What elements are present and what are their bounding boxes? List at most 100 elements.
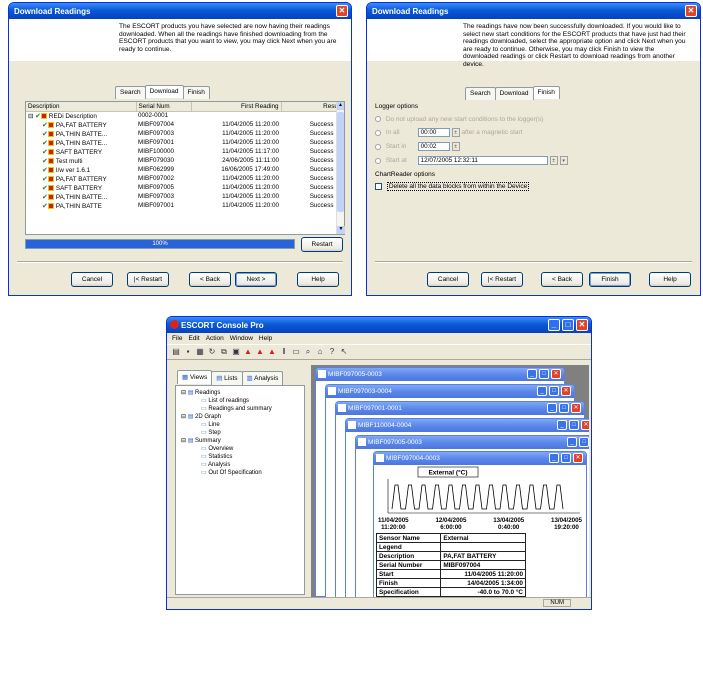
tree-item[interactable]: ▭ Statistics: [179, 453, 301, 461]
pause-icon[interactable]: ‖: [279, 347, 289, 357]
tree-item[interactable]: ▭ Analysis: [179, 461, 301, 469]
context-help-icon[interactable]: ↖: [339, 347, 349, 357]
maximize-icon[interactable]: □: [559, 403, 569, 413]
table-row[interactable]: ✔ PA,FAT BATTERY MIBF097002 11/04/2005 11:2…: [26, 174, 344, 183]
table-row[interactable]: ✔ I/w ver 1.6.1 MIBF062999 16/06/2005 17:49…: [26, 165, 344, 174]
scroll-thumb[interactable]: [337, 112, 344, 212]
spin-icon[interactable]: ±: [549, 156, 558, 165]
menu-edit[interactable]: Edit: [188, 335, 199, 342]
table-row[interactable]: ✔ PA,THIN BATTE... MIBF097001 11/04/2005 11…: [26, 138, 344, 147]
maximize-icon[interactable]: □: [579, 437, 589, 447]
minimize-icon[interactable]: _: [567, 437, 577, 447]
child-window-titlebar[interactable]: MIBF097001-0001 _ □ ✕: [336, 402, 584, 415]
tree-item[interactable]: ▭ Overview: [179, 445, 301, 453]
collapse-icon[interactable]: ⊟: [181, 390, 186, 396]
tree-item[interactable]: ▭ Line: [179, 421, 301, 429]
cancel-button[interactable]: Cancel: [427, 272, 469, 287]
tab-lists[interactable]: ▤ Lists: [211, 371, 243, 385]
col-first-reading[interactable]: First Reading: [191, 102, 282, 112]
save-icon[interactable]: ▪: [183, 347, 193, 357]
close-icon[interactable]: ✕: [336, 5, 348, 17]
table-row[interactable]: ✔ PA,FAT BATTERY MIBF097004 11/04/2005 11:2…: [26, 120, 344, 129]
close-icon[interactable]: ✕: [571, 403, 581, 413]
paste-icon[interactable]: ▣: [231, 347, 241, 357]
close-icon[interactable]: ✕: [551, 369, 561, 379]
maximize-icon[interactable]: □: [562, 319, 574, 331]
option-start-in[interactable]: Start in 00:02 ±: [375, 142, 692, 151]
tab-finish[interactable]: Finish: [532, 86, 560, 99]
help-button[interactable]: Help: [297, 272, 339, 287]
option-in-all[interactable]: In all 00:00 ± after a magnetic start: [375, 128, 692, 137]
menu-window[interactable]: Window: [230, 335, 253, 342]
cancel-button[interactable]: Cancel: [71, 272, 113, 287]
minimize-icon[interactable]: _: [549, 453, 559, 463]
menu-file[interactable]: File: [172, 335, 182, 342]
logger-icon[interactable]: ▲: [255, 347, 265, 357]
option-start-at[interactable]: Start at 12/07/2005 12:32:11 ± ▾: [375, 156, 692, 165]
spin-icon[interactable]: ±: [451, 128, 460, 137]
table-row[interactable]: ✔ PA,THIN BATTE... MIBF097003 11/04/2005 11…: [26, 129, 344, 138]
start-in-field[interactable]: 00:02: [417, 142, 450, 151]
child-window-titlebar[interactable]: MIBF097004-0003 _ □ ✕: [374, 452, 586, 465]
refresh-icon[interactable]: ↻: [207, 347, 217, 357]
child-window-titlebar[interactable]: MIBF097003-0004 _ □ ✕: [326, 385, 574, 398]
minimize-icon[interactable]: _: [537, 386, 547, 396]
restart-button[interactable]: |< Restart: [481, 272, 523, 287]
finish-button[interactable]: Finish: [589, 272, 631, 287]
spin-icon[interactable]: ±: [451, 142, 460, 151]
menu-action[interactable]: Action: [206, 335, 224, 342]
collapse-icon[interactable]: ⊟: [181, 438, 186, 444]
col-serial[interactable]: Serial Num: [136, 102, 192, 112]
scroll-down-icon[interactable]: ▼: [337, 226, 345, 234]
tree-item[interactable]: ▭ List of readings: [179, 397, 301, 405]
minimize-icon[interactable]: _: [557, 420, 567, 430]
close-icon[interactable]: ✕: [685, 5, 697, 17]
home-icon[interactable]: ⌂: [315, 347, 325, 357]
maximize-icon[interactable]: □: [569, 420, 579, 430]
readings-list[interactable]: Description Serial Num First Reading Res…: [25, 101, 345, 235]
close-icon[interactable]: ✕: [581, 420, 589, 430]
back-button[interactable]: < Back: [189, 272, 231, 287]
option-delete-blocks[interactable]: Delete all the data blocks from within t…: [375, 182, 692, 192]
start-at-field[interactable]: 12/07/2005 12:32:11: [417, 156, 548, 165]
minimize-icon[interactable]: _: [527, 369, 537, 379]
copy-icon[interactable]: ⧉: [219, 347, 229, 357]
tab-views[interactable]: ▦ Views: [177, 370, 213, 384]
close-icon[interactable]: ✕: [573, 453, 583, 463]
window-icon[interactable]: ▭: [291, 347, 301, 357]
help-button[interactable]: Help: [649, 272, 691, 287]
delete-blocks-checkbox[interactable]: [375, 183, 382, 190]
next-button[interactable]: Next >: [235, 272, 277, 287]
option-no-upload[interactable]: Do not upload any new start conditions t…: [375, 116, 692, 123]
minimize-icon[interactable]: _: [547, 403, 557, 413]
in-all-field[interactable]: 00:00: [417, 128, 450, 137]
table-row-group[interactable]: ⊟ ✔ REDi Description 0002-0001: [26, 111, 344, 120]
tree-item[interactable]: ▭ Readings and summary: [179, 405, 301, 413]
child-window-titlebar[interactable]: MIBF097005-0003 _□✕: [316, 368, 564, 381]
search-icon[interactable]: ⌕: [303, 347, 313, 357]
collapse-icon[interactable]: ⊟: [181, 414, 186, 420]
tab-search[interactable]: Search: [115, 86, 146, 99]
radio-start-in[interactable]: [375, 143, 381, 150]
maximize-icon[interactable]: □: [561, 453, 571, 463]
table-row[interactable]: ✔ SAFT BATTERY MIBF100000 11/04/2005 11:17:…: [26, 147, 344, 156]
radio-no-upload[interactable]: [375, 116, 381, 123]
scroll-up-icon[interactable]: ▲: [337, 102, 344, 110]
col-result[interactable]: Result: [281, 102, 344, 112]
tab-analysis[interactable]: ▥ Analysis: [241, 371, 284, 385]
table-row[interactable]: ✔ SAFT BATTERY MIBF097005 11/04/2005 11:20:…: [26, 183, 344, 192]
radio-in-all[interactable]: [375, 129, 381, 136]
restart-button[interactable]: |< Restart: [127, 272, 169, 287]
table-row[interactable]: ✔ Test multi MIBF079030 24/06/2005 11:11:00…: [26, 156, 344, 165]
tree-group[interactable]: ⊟ ▤ 2D Graph: [179, 413, 301, 421]
tree-item[interactable]: ▭ Out Of Specification: [179, 469, 301, 477]
logger-icon[interactable]: ▲: [267, 347, 277, 357]
tree-item[interactable]: ▭ Step: [179, 429, 301, 437]
help-icon[interactable]: ?: [327, 347, 337, 357]
restart-download-button[interactable]: Restart: [301, 237, 343, 252]
print-icon[interactable]: ▦: [195, 347, 205, 357]
chevron-down-icon[interactable]: ▾: [559, 156, 568, 165]
child-window-titlebar[interactable]: MIBF110004-0004 _ □ ✕: [346, 419, 589, 432]
table-row[interactable]: ✔ PA,THIN BATTE... MIBF097003 11/04/2005 11…: [26, 192, 344, 201]
maximize-icon[interactable]: □: [549, 386, 559, 396]
